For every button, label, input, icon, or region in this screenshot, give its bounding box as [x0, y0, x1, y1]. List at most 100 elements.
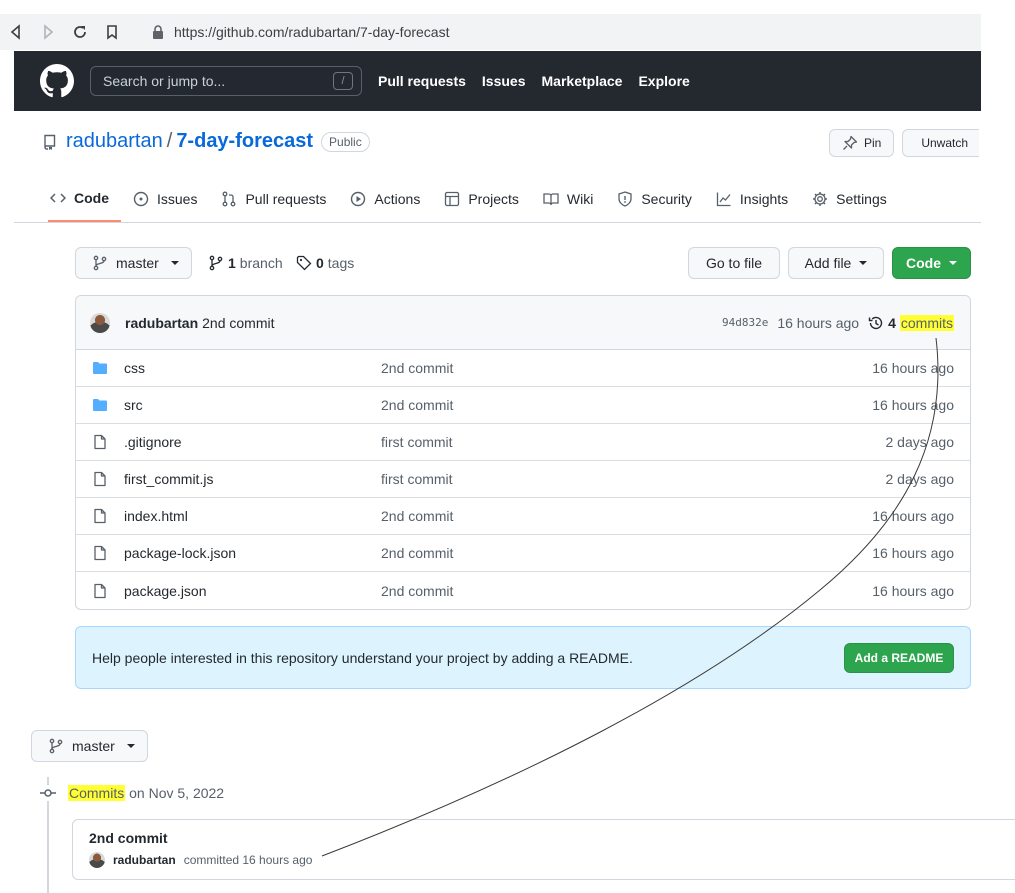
table-icon — [445, 191, 460, 207]
bookmark-button[interactable] — [96, 16, 128, 48]
commit-title-link[interactable]: 2nd commit — [89, 830, 1015, 846]
github-header: Search or jump to... / Pull requests Iss… — [14, 51, 981, 111]
file-name-link[interactable]: first_commit.js — [124, 471, 213, 487]
shield-icon — [618, 191, 632, 207]
tab-insights-label: Insights — [739, 191, 789, 207]
repo-tabs: Code Issues Pull requests Actions Projec… — [14, 176, 981, 223]
file-age: 2 days ago — [885, 434, 955, 450]
file-row[interactable]: first_commit.js first commit 2 days ago — [76, 461, 970, 498]
branch-count: 1 — [228, 255, 236, 271]
code-button[interactable]: Code — [892, 247, 971, 279]
tag-count-label: tags — [327, 255, 355, 271]
tab-code[interactable]: Code — [48, 176, 121, 222]
forward-button[interactable] — [32, 16, 64, 48]
url-text: https://github.com/radubartan/7-day-fore… — [174, 24, 450, 40]
file-row[interactable]: index.html 2nd commit 16 hours ago — [76, 498, 970, 535]
tab-issues[interactable]: Issues — [121, 176, 209, 222]
tab-settings[interactable]: Settings — [800, 176, 899, 222]
tab-issues-label: Issues — [157, 191, 198, 207]
tab-insights[interactable]: Insights — [704, 176, 800, 222]
reload-button[interactable] — [64, 16, 96, 48]
commits-branch-name: master — [72, 738, 115, 754]
git-branch-icon — [209, 255, 223, 271]
commits-link[interactable]: 4 commits — [868, 314, 954, 331]
play-icon — [351, 191, 366, 207]
tab-actions[interactable]: Actions — [338, 176, 432, 222]
issue-icon — [133, 191, 149, 207]
file-name-link[interactable]: src — [124, 397, 143, 413]
nav-marketplace[interactable]: Marketplace — [542, 73, 623, 89]
file-row[interactable]: css 2nd commit 16 hours ago — [76, 350, 970, 387]
repo-owner-link[interactable]: radubartan — [66, 130, 163, 153]
nav-explore[interactable]: Explore — [638, 73, 689, 89]
nav-issues[interactable]: Issues — [482, 73, 526, 89]
commits-branch-select-button[interactable]: master — [31, 730, 148, 762]
branch-select-button[interactable]: master — [75, 247, 192, 279]
file-row[interactable]: src 2nd commit 16 hours ago — [76, 387, 970, 424]
code-icon — [50, 193, 66, 203]
repo-icon — [44, 134, 56, 150]
chevron-down-icon — [859, 261, 868, 265]
avatar[interactable] — [90, 312, 110, 333]
file-commit-link[interactable]: 2nd commit — [381, 360, 453, 376]
file-row[interactable]: package.json 2nd commit 16 hours ago — [76, 572, 970, 609]
go-to-file-button[interactable]: Go to file — [688, 247, 780, 279]
file-name-link[interactable]: .gitignore — [124, 434, 182, 450]
tab-projects[interactable]: Projects — [432, 176, 531, 222]
tab-wiki[interactable]: Wiki — [531, 176, 605, 222]
file-icon — [94, 434, 106, 450]
tab-pull-requests[interactable]: Pull requests — [209, 176, 338, 222]
add-file-button[interactable]: Add file — [788, 247, 884, 279]
unwatch-button[interactable]: Unwatch — [902, 129, 980, 157]
repo-name-link[interactable]: 7-day-forecast — [176, 130, 313, 153]
file-name-link[interactable]: index.html — [124, 508, 188, 524]
chevron-down-icon — [949, 261, 957, 265]
file-row[interactable]: package-lock.json 2nd commit 16 hours ago — [76, 535, 970, 572]
file-icon — [94, 508, 106, 524]
back-arrow-icon — [10, 24, 20, 40]
file-name-link[interactable]: package-lock.json — [124, 545, 236, 561]
branch-count-label: branch — [239, 255, 283, 271]
tab-security[interactable]: Security — [605, 176, 704, 222]
pin-button[interactable]: Pin — [829, 129, 895, 157]
commits-label-highlighted: commits — [899, 314, 954, 331]
folder-icon — [93, 399, 107, 411]
search-input[interactable]: Search or jump to... / — [90, 66, 362, 96]
file-commit-link[interactable]: 2nd commit — [381, 397, 453, 413]
file-icon — [94, 471, 106, 487]
file-row[interactable]: .gitignore first commit 2 days ago — [76, 424, 970, 461]
avatar[interactable] — [89, 852, 105, 868]
github-logo-icon[interactable] — [40, 64, 74, 98]
tag-count: 0 — [316, 255, 324, 271]
file-icon — [94, 583, 106, 598]
reload-icon — [74, 26, 86, 38]
file-commit-link[interactable]: 2nd commit — [381, 545, 453, 561]
file-name-link[interactable]: css — [124, 360, 145, 376]
add-readme-button[interactable]: Add a README — [844, 642, 954, 673]
chevron-down-icon — [126, 744, 135, 748]
file-commit-link[interactable]: 2nd commit — [381, 508, 453, 524]
file-name-link[interactable]: package.json — [124, 583, 207, 599]
file-commit-link[interactable]: first commit — [381, 471, 453, 487]
commits-date-heading: Commits on Nov 5, 2022 — [68, 785, 224, 801]
branches-link[interactable]: 1 branch — [208, 255, 283, 271]
file-icon — [94, 545, 106, 561]
commits-heading-date: on Nov 5, 2022 — [125, 785, 225, 801]
back-button[interactable] — [0, 16, 32, 48]
history-icon — [868, 316, 883, 329]
nav-pull-requests[interactable]: Pull requests — [378, 73, 466, 89]
pull-request-icon — [223, 191, 236, 207]
tab-actions-label: Actions — [374, 191, 421, 207]
file-commit-link[interactable]: first commit — [381, 434, 453, 450]
commit-author-link[interactable]: radubartan — [113, 853, 176, 867]
bookmark-icon — [107, 25, 117, 40]
file-age: 16 hours ago — [872, 508, 954, 524]
repo-title: radubartan / 7-day-forecast Public — [42, 130, 370, 153]
commit-message-link[interactable]: 2nd commit — [202, 315, 274, 331]
readme-banner: Help people interested in this repositor… — [75, 626, 971, 689]
commit-author-link[interactable]: radubartan — [125, 315, 198, 331]
commit-sha-link[interactable]: 94d832e — [722, 316, 768, 329]
file-commit-link[interactable]: 2nd commit — [381, 583, 453, 599]
tags-link[interactable]: 0 tags — [296, 255, 354, 271]
address-bar[interactable]: https://github.com/radubartan/7-day-fore… — [152, 24, 449, 40]
